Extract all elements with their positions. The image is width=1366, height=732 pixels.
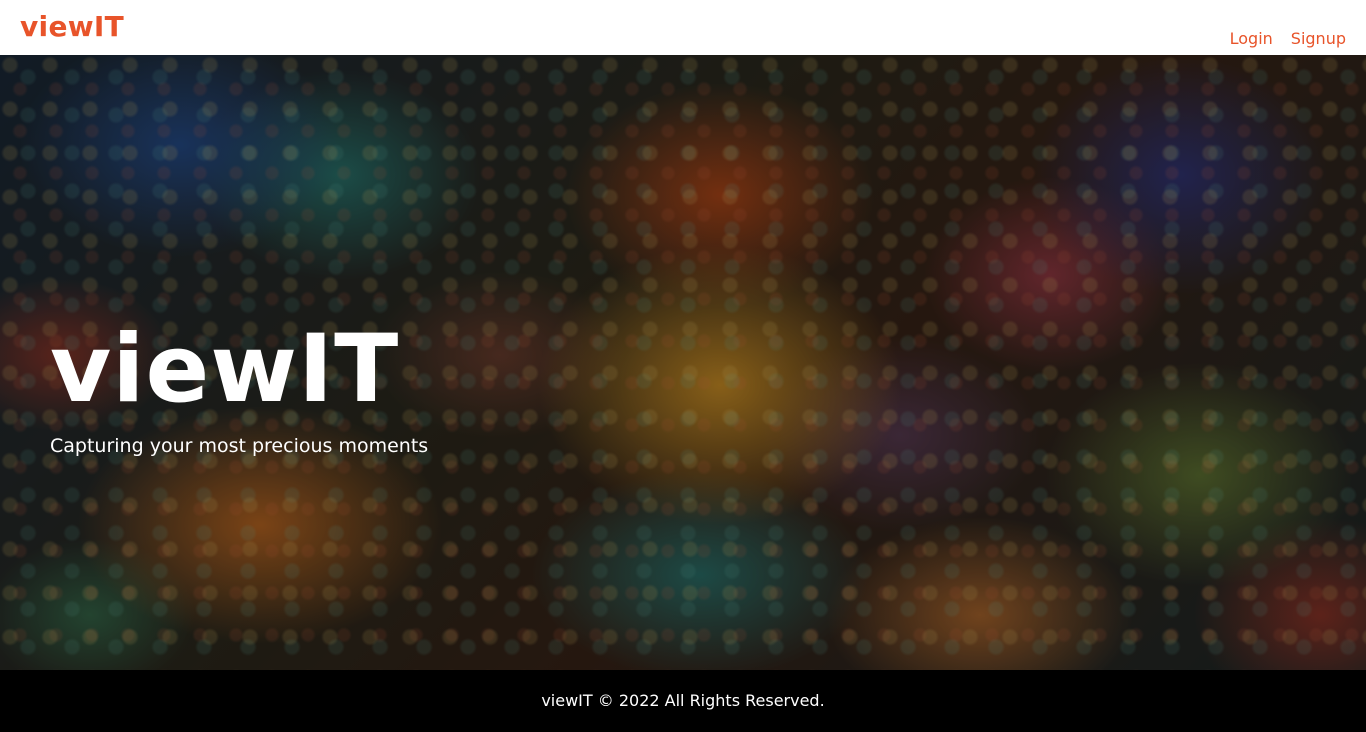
- top-navbar: viewIT Login Signup: [0, 0, 1366, 55]
- signup-link[interactable]: Signup: [1291, 31, 1346, 47]
- hero-section: viewIT Capturing your most precious mome…: [0, 55, 1366, 670]
- page-footer: viewIT © 2022 All Rights Reserved.: [0, 670, 1366, 732]
- brand-logo-link[interactable]: viewIT: [20, 13, 124, 41]
- login-link[interactable]: Login: [1230, 31, 1273, 47]
- hero-subtitle: Capturing your most precious moments: [50, 435, 429, 457]
- footer-copyright: viewIT © 2022 All Rights Reserved.: [541, 691, 825, 710]
- hero-title: viewIT: [50, 315, 400, 424]
- nav-links: Login Signup: [1230, 31, 1346, 47]
